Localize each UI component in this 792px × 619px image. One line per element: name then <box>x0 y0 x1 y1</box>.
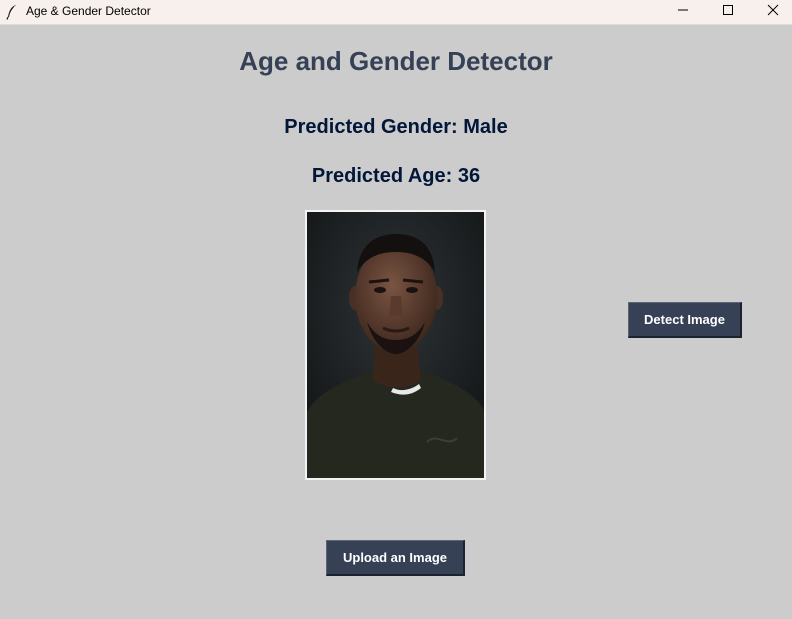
portrait-photo <box>307 212 484 478</box>
app-window: Age & Gender Detector Age and Gender Det… <box>0 0 792 619</box>
window-title: Age & Gender Detector <box>26 4 151 18</box>
detect-image-button[interactable]: Detect Image <box>628 302 742 338</box>
close-icon <box>767 3 779 21</box>
page-title: Age and Gender Detector <box>239 46 553 76</box>
minimize-icon <box>677 3 689 21</box>
feather-icon <box>6 4 18 20</box>
uploaded-image <box>305 210 486 480</box>
predicted-age-label: Predicted Age: 36 <box>311 165 481 187</box>
predicted-gender-label: Predicted Gender: Male <box>284 116 508 138</box>
maximize-button[interactable] <box>705 0 751 24</box>
title-bar[interactable]: Age & Gender Detector <box>0 0 792 25</box>
minimize-button[interactable] <box>660 0 706 24</box>
close-button[interactable] <box>750 0 792 24</box>
maximize-icon <box>722 3 734 21</box>
upload-image-button[interactable]: Upload an Image <box>326 540 465 576</box>
